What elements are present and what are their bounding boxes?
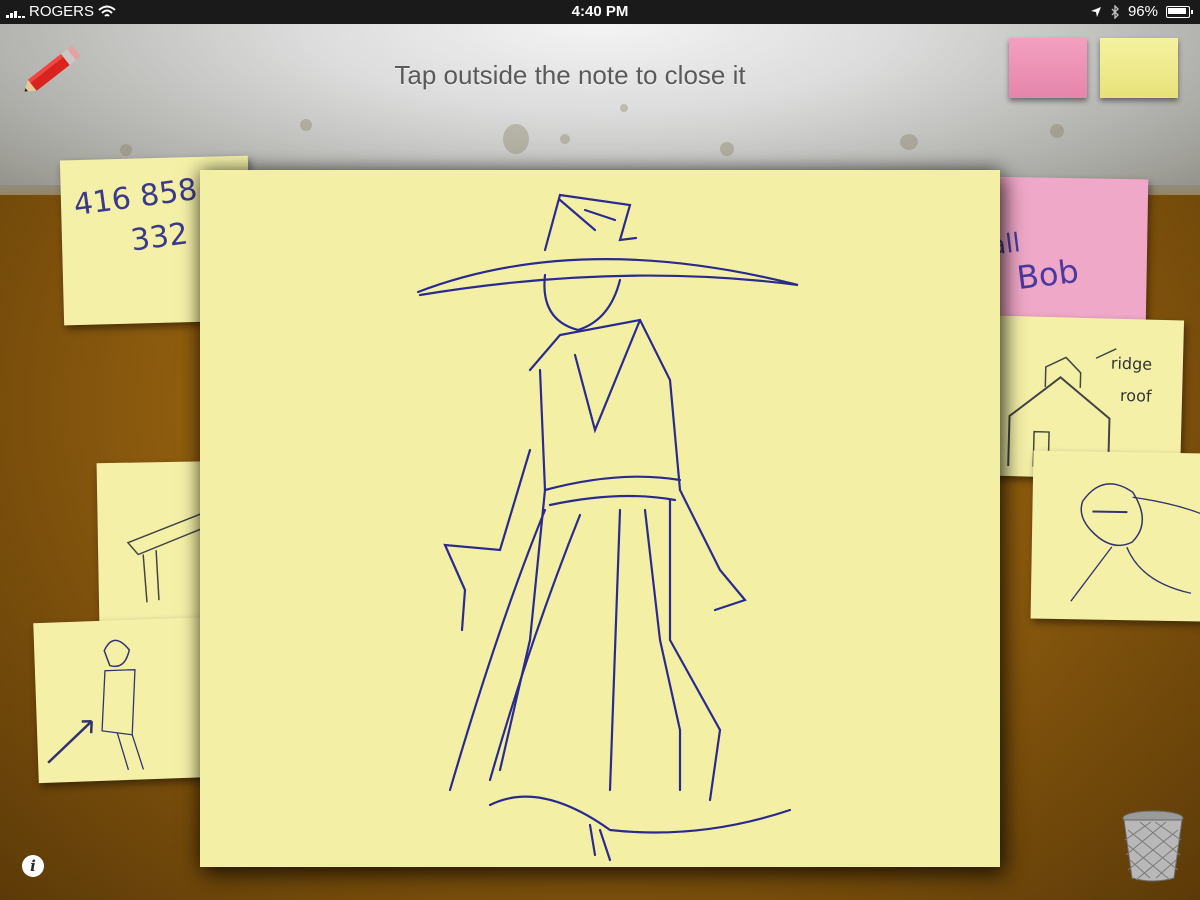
figure-note[interactable] — [33, 616, 219, 784]
info-button[interactable]: i — [22, 855, 44, 877]
pencil-icon[interactable] — [18, 44, 84, 100]
bluetooth-icon — [1111, 4, 1119, 19]
location-icon — [1090, 6, 1101, 17]
phone-note-line2: 332 — [129, 216, 190, 258]
house-note-line1: ridge — [1111, 354, 1153, 374]
trash-icon[interactable] — [1120, 810, 1186, 882]
close-hint: Tap outside the note to close it — [394, 60, 746, 90]
phone-note-line1: 416 858 — [72, 172, 200, 223]
open-note-drawing — [416, 193, 799, 862]
pink-note-pad[interactable] — [1009, 38, 1087, 98]
yellow-note-pad[interactable] — [1100, 38, 1178, 98]
call-bob-note[interactable]: all Bob — [983, 176, 1149, 330]
portrait-note[interactable] — [1030, 450, 1200, 622]
clock: 4:40 PM — [571, 3, 629, 20]
figure-sketch — [47, 639, 145, 771]
house-note-line2: roof — [1120, 386, 1152, 406]
open-note-canvas[interactable] — [200, 170, 1000, 867]
battery-percent: 96% — [1127, 3, 1158, 20]
status-bar: ROGERS 4:40 PM 96% — [0, 0, 1200, 24]
call-bob-line2: Bob — [1015, 252, 1081, 297]
status-right: 96% — [1090, 3, 1193, 20]
portrait-sketch — [1070, 483, 1200, 602]
battery-icon — [1166, 5, 1193, 18]
call-bob-sketch: all Bob — [988, 228, 1081, 297]
